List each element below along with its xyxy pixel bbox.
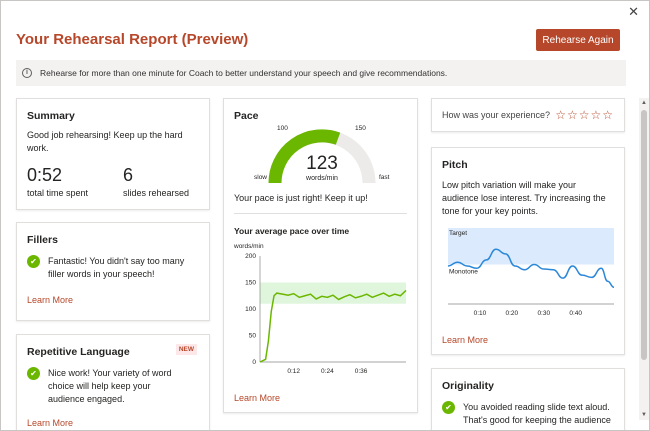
slides-rehearsed-label: slides rehearsed xyxy=(123,188,190,198)
new-badge: NEW xyxy=(175,344,197,355)
pace-ytick-label: 200 xyxy=(245,253,256,260)
repetitive-language-card: Repetitive Language NEW ✔ Nice work! You… xyxy=(16,334,210,430)
pace-gauge: 100 150 123 words/min slow fast xyxy=(254,125,390,184)
rehearse-again-button[interactable]: Rehearse Again xyxy=(536,29,620,51)
checkmark-icon: ✔ xyxy=(27,367,40,380)
gauge-unit: words/min xyxy=(305,175,338,182)
pace-ytick-label: 50 xyxy=(249,333,257,340)
pitch-target-band xyxy=(448,228,614,265)
scroll-up-icon[interactable]: ▲ xyxy=(639,98,649,108)
summary-title: Summary xyxy=(27,110,75,122)
originality-title: Originality xyxy=(442,380,494,392)
page-title: Your Rehearsal Report (Preview) xyxy=(16,31,249,48)
pitch-message: Low pitch variation will make your audie… xyxy=(442,180,606,216)
summary-message: Good job rehearsing! Keep up the hard wo… xyxy=(27,130,183,153)
close-icon[interactable]: ✕ xyxy=(628,5,639,19)
pitch-xtick-label: 0:10 xyxy=(474,310,487,317)
info-bar: i Rehearse for more than one minute for … xyxy=(16,60,626,86)
gauge-fast-label: fast xyxy=(379,174,390,181)
pace-over-time-chart: words/min 0 50 100 150 200 0:12 0:24 0:36 xyxy=(233,243,407,375)
scroll-down-icon[interactable]: ▼ xyxy=(639,410,649,420)
checkmark-icon: ✔ xyxy=(27,255,40,268)
pace-ytick-label: 150 xyxy=(245,280,256,287)
fillers-learn-more-link[interactable]: Learn More xyxy=(27,295,199,305)
gauge-tick-100: 100 xyxy=(277,125,288,132)
repetitive-language-title: Repetitive Language xyxy=(27,346,130,358)
originality-card: Originality ✔ You avoided reading slide … xyxy=(431,368,625,430)
originality-message: You avoided reading slide text aloud. Th… xyxy=(463,402,611,425)
info-text: Rehearse for more than one minute for Co… xyxy=(40,68,448,78)
pace-card: Pace 100 150 123 words/min slow fast You… xyxy=(223,98,418,413)
time-spent-label: total time spent xyxy=(27,188,89,198)
repetitive-learn-more-link[interactable]: Learn More xyxy=(27,418,199,428)
pitch-target-label: Target xyxy=(449,230,467,237)
gauge-slow-label: slow xyxy=(254,174,267,181)
fillers-card: Fillers ✔ Fantastic! You didn't say too … xyxy=(16,222,210,321)
repetitive-language-message: Nice work! Your variety of word choice w… xyxy=(48,368,172,404)
pitch-xtick-label: 0:20 xyxy=(506,310,519,317)
pitch-chart: Target Monotone 0:10 0:20 0:30 0:40 xyxy=(447,228,615,317)
pitch-title: Pitch xyxy=(442,159,468,171)
fillers-message: Fantastic! You didn't say too many fille… xyxy=(48,256,185,279)
rating-stars[interactable]: ☆☆☆☆☆ xyxy=(555,108,614,122)
info-icon: i xyxy=(22,68,32,78)
pace-chart-ylabel: words/min xyxy=(233,243,264,250)
summary-card: Summary Good job rehearsing! Keep up the… xyxy=(16,98,210,210)
fillers-title: Fillers xyxy=(27,234,58,246)
pace-divider xyxy=(234,213,407,214)
pace-ytick-label: 100 xyxy=(245,306,256,313)
experience-card: How was your experience? ☆☆☆☆☆ xyxy=(431,98,625,132)
checkmark-icon: ✔ xyxy=(442,401,455,414)
pace-message: Your pace is just right! Keep it up! xyxy=(234,193,368,203)
pace-ytick-label: 0 xyxy=(252,359,256,366)
rehearsal-report-window: ✕ Your Rehearsal Report (Preview) Rehear… xyxy=(0,0,650,431)
experience-question: How was your experience? xyxy=(442,109,551,120)
pace-xtick-label: 0:36 xyxy=(355,368,368,375)
pace-learn-more-link[interactable]: Learn More xyxy=(234,393,280,403)
pitch-xtick-label: 0:30 xyxy=(537,310,550,317)
pitch-xtick-label: 0:40 xyxy=(569,310,582,317)
pace-xtick-label: 0:12 xyxy=(287,368,300,375)
gauge-value: 123 xyxy=(306,153,338,174)
vertical-scrollbar[interactable]: ▲ ▼ xyxy=(639,98,649,420)
pitch-monotone-label: Monotone xyxy=(449,268,478,275)
gauge-tick-150: 150 xyxy=(355,125,366,132)
pace-xtick-label: 0:24 xyxy=(321,368,334,375)
pace-chart-title: Your average pace over time xyxy=(234,226,350,236)
slides-rehearsed-value: 6 xyxy=(123,165,134,185)
pitch-card: Pitch Low pitch variation will make your… xyxy=(431,147,625,355)
pitch-learn-more-link[interactable]: Learn More xyxy=(442,335,488,345)
scroll-thumb[interactable] xyxy=(641,110,647,360)
time-spent-value: 0:52 xyxy=(27,165,63,185)
